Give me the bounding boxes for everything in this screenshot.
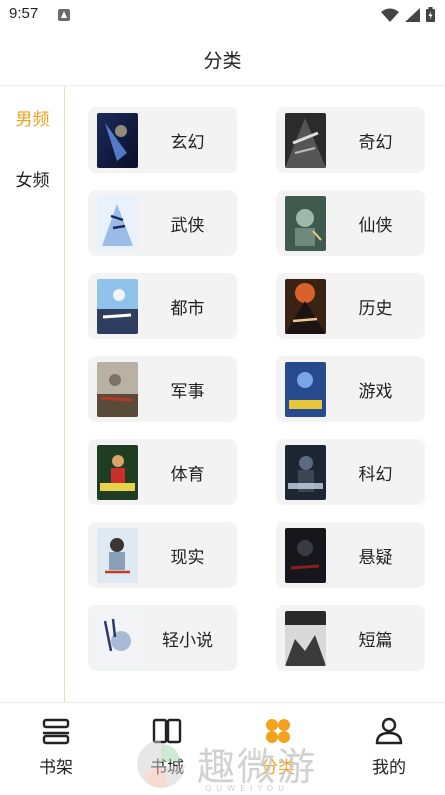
category-card-xuanyi[interactable]: 悬疑 [276, 522, 425, 588]
category-card-xianxia[interactable]: 仙侠 [276, 190, 425, 256]
nav-category[interactable]: 分类 [238, 717, 318, 778]
book-cover-image [97, 611, 138, 666]
page-title: 分类 [203, 50, 242, 72]
status-bar: 9:57 [0, 0, 445, 30]
category-card-qingxiaoshuo[interactable]: 轻小说 [88, 605, 237, 671]
header: 分类 [0, 30, 445, 86]
book-cover-image [285, 196, 326, 251]
bookshelf-icon [42, 718, 70, 745]
category-card-qihuan[interactable]: 奇幻 [276, 107, 425, 173]
category-label: 仙侠 [358, 216, 393, 236]
category-label: 轻小说 [162, 631, 213, 651]
category-label: 军事 [170, 382, 205, 402]
book-cover-image [285, 445, 326, 500]
category-label: 历史 [358, 299, 393, 319]
profile-icon [375, 717, 403, 745]
battery-icon [426, 7, 435, 22]
category-label: 武侠 [170, 216, 205, 236]
nav-bookstore[interactable]: 书城 [127, 717, 207, 778]
book-cover-image [97, 113, 138, 168]
nav-category-label: 分类 [261, 758, 295, 778]
category-card-kehuan[interactable]: 科幻 [276, 439, 425, 505]
book-cover-image [285, 528, 326, 583]
category-label: 科幻 [358, 465, 393, 485]
nav-profile-label: 我的 [372, 758, 406, 778]
category-label: 玄幻 [170, 133, 205, 153]
app-notification-icon [58, 9, 70, 21]
category-card-junshi[interactable]: 军事 [88, 356, 237, 422]
status-time: 9:57 [9, 5, 39, 22]
book-cover-image [97, 445, 138, 500]
category-card-wuxia[interactable]: 武侠 [88, 190, 237, 256]
sidebar-item-female[interactable]: 女频 [0, 166, 65, 191]
category-label: 悬疑 [358, 548, 393, 568]
bookstore-icon [152, 718, 182, 744]
category-card-dushi[interactable]: 都市 [88, 273, 237, 339]
category-label: 游戏 [358, 382, 393, 402]
bottom-nav: 书架 书城 分类 我的 [0, 702, 445, 795]
book-cover-image [285, 113, 326, 168]
category-label: 奇幻 [358, 133, 393, 153]
book-cover-image [285, 611, 326, 666]
wifi-icon [381, 8, 399, 22]
category-label: 体育 [170, 465, 205, 485]
category-card-duanpian[interactable]: 短篇 [276, 605, 425, 671]
signal-icon [405, 7, 420, 22]
book-cover-image [285, 362, 326, 417]
book-cover-image [97, 362, 138, 417]
status-icons [381, 7, 435, 22]
category-card-xianshi[interactable]: 现实 [88, 522, 237, 588]
category-icon [266, 719, 290, 743]
nav-bookshelf-label: 书架 [39, 758, 73, 778]
category-card-tiyu[interactable]: 体育 [88, 439, 237, 505]
category-label: 现实 [170, 548, 205, 568]
nav-bookstore-label: 书城 [150, 758, 184, 778]
nav-bookshelf[interactable]: 书架 [16, 717, 96, 778]
book-cover-image [97, 196, 138, 251]
book-cover-image [97, 279, 138, 334]
category-card-lishi[interactable]: 历史 [276, 273, 425, 339]
nav-profile[interactable]: 我的 [349, 717, 429, 778]
category-card-xuanhuan[interactable]: 玄幻 [88, 107, 237, 173]
category-card-youxi[interactable]: 游戏 [276, 356, 425, 422]
category-label: 短篇 [358, 631, 393, 651]
book-cover-image [97, 528, 138, 583]
sidebar: 男频 女频 [0, 87, 65, 702]
sidebar-item-male[interactable]: 男频 [0, 105, 65, 130]
book-cover-image [285, 279, 326, 334]
category-label: 都市 [170, 299, 205, 319]
